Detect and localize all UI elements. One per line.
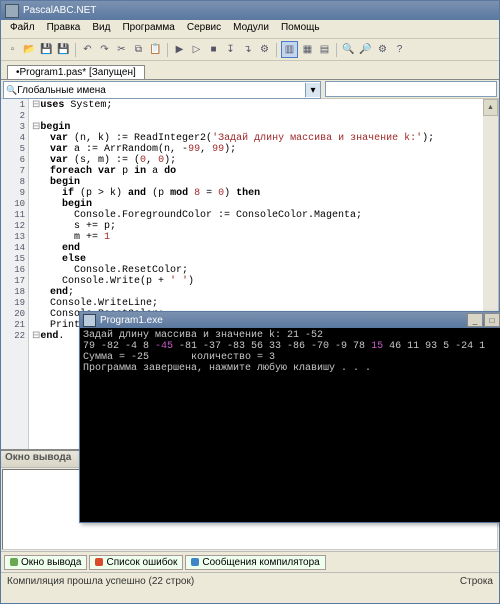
stop-icon[interactable]: ■ xyxy=(206,42,221,57)
menu-Правка[interactable]: Правка xyxy=(41,21,87,37)
cut-icon[interactable]: ✂ xyxy=(114,42,129,57)
copy-icon[interactable]: ⧉ xyxy=(131,42,146,57)
menu-Вид[interactable]: Вид xyxy=(86,21,116,37)
saveall-icon[interactable]: 💾 xyxy=(56,42,71,57)
help-icon[interactable]: ? xyxy=(392,42,407,57)
scroll-up-icon[interactable]: ▲ xyxy=(483,99,498,116)
console-body: Задай длину массива и значение k: 21 -52… xyxy=(80,328,500,376)
scope-dropdown[interactable]: 🔍 Глобальные имена ▾ xyxy=(3,81,321,99)
dropdown-arrow-icon[interactable]: ▾ xyxy=(305,83,320,97)
stepover-icon[interactable]: ↧ xyxy=(223,42,238,57)
app-titlebar: PascalABC.NET xyxy=(1,1,499,20)
bottom-tab-strip: Окно выводаСписок ошибокСообщения компил… xyxy=(1,551,499,572)
scope-label: Глобальные имена xyxy=(17,85,106,96)
open-icon[interactable]: 📂 xyxy=(22,42,37,57)
menu-Сервис[interactable]: Сервис xyxy=(181,21,227,37)
console-titlebar[interactable]: Program1.exe _ □ × xyxy=(80,312,500,328)
status-line: Строка xyxy=(460,576,493,587)
console-title: Program1.exe xyxy=(100,315,163,326)
menu-Программа[interactable]: Программа xyxy=(116,21,180,37)
undo-icon[interactable]: ↶ xyxy=(80,42,95,57)
toolbar: ▫📂💾💾↶↷✂⧉📋▶▷■↧↴⚙▥▦▤🔍🔎⚙? xyxy=(1,39,499,61)
maximize-button[interactable]: □ xyxy=(484,313,500,327)
minimize-button[interactable]: _ xyxy=(467,313,483,327)
redo-icon[interactable]: ↷ xyxy=(97,42,112,57)
panel-b-icon[interactable]: ▦ xyxy=(300,42,315,57)
run-icon[interactable]: ▶ xyxy=(172,42,187,57)
opts-icon[interactable]: ⚙ xyxy=(375,42,390,57)
bottom-tab-Сообщения компилятора[interactable]: Сообщения компилятора xyxy=(185,555,325,570)
bottom-tab-Окно вывода[interactable]: Окно вывода xyxy=(4,555,87,570)
panel-c-icon[interactable]: ▤ xyxy=(317,42,332,57)
scope-bar: 🔍 Глобальные имена ▾ xyxy=(1,80,499,99)
find-icon[interactable]: 🔍 xyxy=(341,42,356,57)
findnext-icon[interactable]: 🔎 xyxy=(358,42,373,57)
editor-tab[interactable]: •Program1.pas* [Запущен] xyxy=(7,65,145,79)
bottom-tab-Список ошибок[interactable]: Список ошибок xyxy=(89,555,183,570)
stepinto-icon[interactable]: ↴ xyxy=(240,42,255,57)
app-title: PascalABC.NET xyxy=(23,5,96,16)
member-dropdown[interactable] xyxy=(325,81,497,97)
console-icon xyxy=(83,314,96,327)
console-window[interactable]: Program1.exe _ □ × Задай длину массива и… xyxy=(79,311,500,523)
menu-Файл[interactable]: Файл xyxy=(4,21,41,37)
panel-a-icon[interactable]: ▥ xyxy=(281,41,298,58)
status-bar: Компиляция прошла успешно (22 строк) Стр… xyxy=(1,572,499,589)
status-compile: Компиляция прошла успешно (22 строк) xyxy=(7,576,194,587)
menu-bar: ФайлПравкаВидПрограммаСервисМодулиПомощь xyxy=(1,20,499,39)
save-icon[interactable]: 💾 xyxy=(39,42,54,57)
menu-Помощь[interactable]: Помощь xyxy=(275,21,326,37)
runnodbg-icon[interactable]: ▷ xyxy=(189,42,204,57)
line-gutter: 12345678910111213141516171819202122 xyxy=(1,99,29,449)
build-icon[interactable]: ⚙ xyxy=(257,42,272,57)
menu-Модули[interactable]: Модули xyxy=(227,21,275,37)
paste-icon[interactable]: 📋 xyxy=(148,42,163,57)
editor-tab-strip: •Program1.pas* [Запущен] xyxy=(1,61,499,80)
app-icon xyxy=(5,4,19,18)
new-icon[interactable]: ▫ xyxy=(5,42,20,57)
